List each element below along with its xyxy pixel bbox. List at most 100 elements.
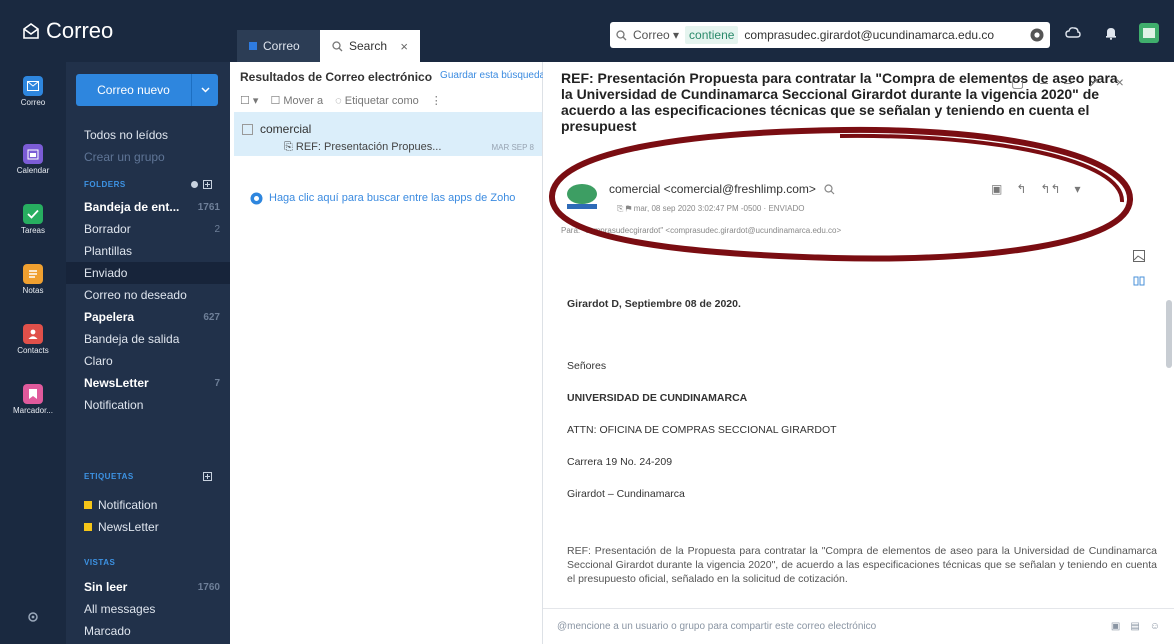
results-pane: Resultados de Correo electrónico Guardar… (230, 62, 545, 644)
clear-search-icon[interactable] (1030, 28, 1044, 42)
search-input[interactable]: comprasudec.girardot@ucundinamarca.edu.c… (744, 28, 1024, 42)
result-list-item[interactable]: comercial ⎘ REF: Presentación Propues...… (234, 112, 542, 156)
attach-icon[interactable]: ▣ (1111, 621, 1120, 632)
unread-count: 627 (203, 311, 220, 323)
reading-scrollbar[interactable] (1166, 300, 1172, 368)
contacts-icon (23, 324, 43, 344)
rail-item-calendar[interactable]: Calendar (0, 144, 66, 175)
header-icons (1060, 20, 1162, 46)
view-unread[interactable]: Sin leer 1760 (66, 576, 230, 598)
red-ellipse-annotation (544, 122, 1144, 272)
chevron-down-icon[interactable] (191, 74, 218, 106)
tag-notification[interactable]: Notification (66, 494, 230, 516)
result-date: MAR SEP 8 (491, 143, 534, 152)
popout-icon[interactable]: ↗ (1088, 74, 1100, 91)
folder-outbox[interactable]: Bandeja de salida (66, 328, 230, 350)
select-all-checkbox[interactable]: ☐ ▾ (240, 94, 258, 107)
folder-icon: ☐ (270, 95, 281, 107)
folder-settings-icon[interactable] (190, 180, 199, 189)
add-folder-icon[interactable] (203, 180, 212, 189)
restore-icon[interactable]: – (1064, 74, 1072, 91)
zoho-apps-search-link[interactable]: Haga clic aquí para buscar entre las app… (250, 192, 520, 205)
folder-notification[interactable]: Notification (66, 394, 230, 416)
rail-item-notas[interactable]: Notas (0, 264, 66, 295)
rail-label: Calendar (16, 166, 50, 175)
results-toolbar: ☐ ▾ ☐ Mover a ◌ Etiquetar como ⋮ (240, 94, 442, 108)
body-paragraph: REF: Presentación de la Propuesta para c… (567, 545, 1157, 585)
result-subject: ⎘ REF: Presentación Propues... (284, 141, 442, 153)
rail-label: Notas (22, 286, 44, 295)
more-options-icon[interactable]: ⋮ (431, 94, 442, 107)
unread-count: 7 (214, 377, 220, 389)
search-scope-dropdown[interactable]: Correo ▾ (633, 28, 679, 42)
folder-drafts[interactable]: Borrador 2 (66, 218, 230, 240)
add-tag-icon[interactable] (203, 472, 212, 481)
minimize-icon[interactable]: – (1040, 74, 1048, 91)
cloud-icon[interactable] (1060, 20, 1086, 46)
folders-section-header: FOLDERS (84, 180, 212, 189)
tasks-icon (23, 204, 43, 224)
rail-label: Marcador... (12, 406, 53, 415)
body-line: Girardot – Cundinamarca (567, 488, 685, 500)
mail-tab-icon (249, 42, 257, 50)
calendar-icon (23, 144, 43, 164)
move-to-button[interactable]: ☐ Mover a (270, 94, 323, 107)
note-icon[interactable]: ▤ (1130, 621, 1139, 632)
tab-label: Search (349, 39, 388, 53)
create-group-link[interactable]: Crear un grupo (66, 146, 230, 168)
search-icon (616, 29, 627, 41)
folder-sent[interactable]: Enviado (66, 262, 230, 284)
folder-pane: Correo nuevo Todos no leídos Crear un gr… (66, 62, 230, 644)
expand-icon[interactable]: ▢ (1011, 74, 1024, 91)
rail-item-marcador[interactable]: Marcador... (0, 384, 66, 415)
all-unread-link[interactable]: Todos no leídos (66, 124, 230, 146)
body-line: Señores (567, 360, 607, 372)
rail-item-tareas[interactable]: Tareas (0, 204, 66, 235)
view-flagged[interactable]: Marcado (66, 620, 230, 642)
rail-item-settings[interactable] (0, 610, 66, 624)
notifications-bell-icon[interactable] (1098, 20, 1124, 46)
tag-as-button[interactable]: ◌ Etiquetar como (335, 95, 419, 107)
folder-newsletter[interactable]: NewsLetter 7 (66, 372, 230, 394)
notes-icon (23, 264, 43, 284)
folder-claro[interactable]: Claro (66, 350, 230, 372)
bookmark-icon (23, 384, 43, 404)
mail-envelope-icon (22, 22, 40, 40)
folder-trash[interactable]: Papelera 627 (66, 306, 230, 328)
reader-mode-icon[interactable] (1133, 276, 1145, 286)
comment-input[interactable]: @mencione a un usuario o grupo para comp… (557, 621, 876, 632)
tag-icon: ◌ (335, 94, 342, 107)
body-line: UNIVERSIDAD DE CUNDINAMARCA (567, 392, 748, 404)
view-all-messages[interactable]: All messages (66, 598, 230, 620)
rail-item-correo[interactable]: Correo (0, 76, 66, 107)
search-bar[interactable]: Correo ▾ contiene comprasudec.girardot@u… (610, 22, 1050, 48)
close-icon[interactable]: × (1116, 74, 1124, 91)
item-checkbox[interactable] (242, 124, 253, 135)
user-avatar[interactable] (1136, 20, 1162, 46)
tag-newsletter[interactable]: NewsLetter (66, 516, 230, 538)
folder-spam[interactable]: Correo no deseado (66, 284, 230, 306)
folder-templates[interactable]: Plantillas (66, 240, 230, 262)
views-section-header: VISTAS (84, 558, 116, 567)
tab-search[interactable]: Search × (320, 30, 420, 62)
unread-count: 1761 (197, 201, 220, 213)
comment-bar[interactable]: @mencione a un usuario o grupo para comp… (543, 608, 1174, 644)
emoji-icon[interactable]: ☺ (1150, 621, 1160, 632)
rail-label: Correo (20, 98, 46, 107)
search-operator-chip[interactable]: contiene (685, 26, 739, 44)
tags-section-header: ETIQUETAS (84, 472, 212, 481)
rail-item-contacts[interactable]: Contacts (0, 324, 66, 355)
close-tab-icon[interactable]: × (400, 39, 408, 54)
app-brand[interactable]: Correo (22, 14, 113, 48)
tab-correo[interactable]: Correo (237, 30, 320, 62)
search-icon (332, 40, 343, 52)
save-search-link[interactable]: Guardar esta búsqueda (440, 70, 545, 84)
body-line: ATTN: OFICINA DE COMPRAS SECCIONAL GIRAR… (567, 424, 837, 436)
rail-label: Tareas (20, 226, 45, 235)
new-mail-button[interactable]: Correo nuevo (76, 74, 218, 106)
new-mail-label: Correo nuevo (97, 83, 170, 97)
app-rail: Correo Calendar Tareas Notas Contacts Ma… (0, 62, 66, 644)
settings-icon (26, 610, 40, 624)
folder-inbox[interactable]: Bandeja de ent... 1761 (66, 196, 230, 218)
rail-label: Contacts (17, 346, 49, 355)
